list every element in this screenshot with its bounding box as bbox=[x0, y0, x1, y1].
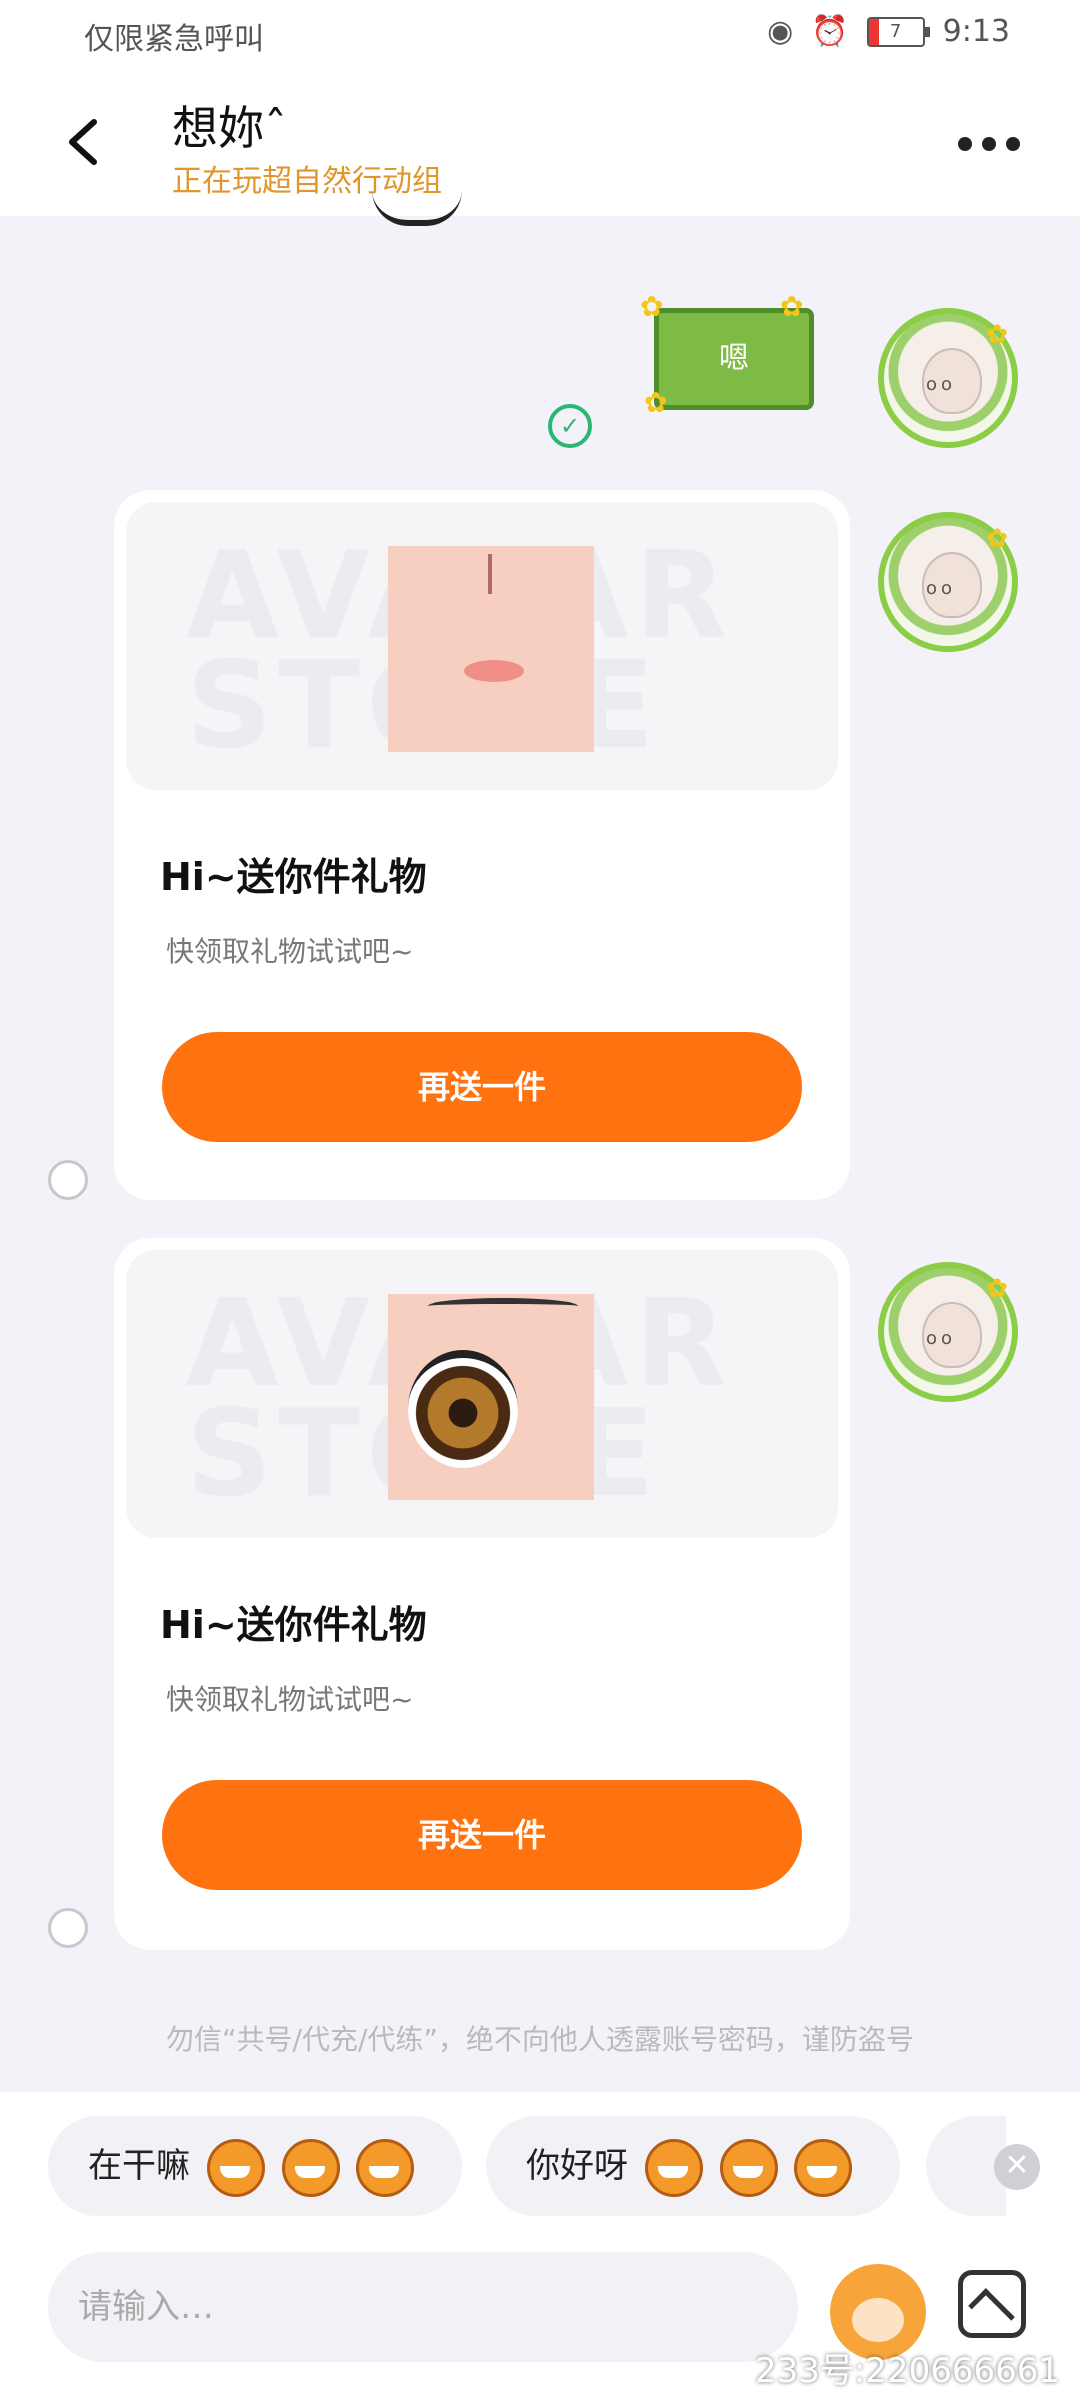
carrier-text: 仅限紧急呼叫 bbox=[84, 22, 264, 57]
gift-item-image bbox=[388, 546, 594, 752]
quick-reply-chip[interactable]: 在干嘛 bbox=[48, 2116, 462, 2216]
avatar[interactable]: oo ✿ bbox=[878, 512, 1018, 652]
contact-name: 想妳ˆ bbox=[172, 101, 287, 155]
avatar[interactable]: oo ✿ bbox=[878, 308, 1018, 448]
gift-card-title: Hi~送你件礼物 bbox=[160, 855, 427, 899]
battery-icon: 7 bbox=[866, 16, 930, 47]
partial-avatar bbox=[372, 190, 462, 226]
sent-check-icon: ✓ bbox=[548, 404, 592, 448]
monkey-emoji-icon bbox=[356, 2138, 415, 2197]
monkey-emoji-icon bbox=[281, 2138, 340, 2197]
gift-card[interactable]: AVATAR STORE Hi~送你件礼物 快领取礼物试试吧~ 再送一件 bbox=[114, 1238, 850, 1950]
flower-icon: ✿ bbox=[644, 386, 668, 419]
alarm-icon: ⏰ bbox=[811, 14, 849, 49]
monkey-emoji-icon bbox=[719, 2138, 778, 2197]
bottom-panel: 在干嘛 你好呀 ✕ 请输入… 233号:220666661 bbox=[0, 2092, 1080, 2400]
image-picker-icon[interactable] bbox=[958, 2270, 1026, 2338]
status-bar: 仅限紧急呼叫 ◉ ⏰ 7 9:13 bbox=[0, 0, 1080, 72]
monkey-emoji-icon bbox=[206, 2138, 265, 2197]
gift-image-area: AVATAR STORE bbox=[126, 502, 838, 790]
security-notice: 勿信“共号/代充/代练”，绝不向他人透露账号密码，谨防盗号 bbox=[166, 2023, 914, 2056]
flower-icon: ✿ bbox=[780, 290, 804, 323]
quick-reply-chip[interactable]: 你好呀 bbox=[486, 2116, 900, 2216]
gift-card-description: 快领取礼物试试吧~ bbox=[166, 1683, 414, 1716]
status-icons: ◉ ⏰ 7 9:13 bbox=[767, 14, 1010, 49]
gift-card-description: 快领取礼物试试吧~ bbox=[166, 935, 414, 968]
close-quick-replies-icon[interactable]: ✕ bbox=[994, 2144, 1040, 2190]
sticker-message[interactable]: 嗯 ✿ ✿ ✿ bbox=[640, 290, 820, 420]
footer-id-watermark: 233号:220666661 bbox=[754, 2351, 1060, 2391]
gift-image-area: AVATAR STORE bbox=[126, 1250, 838, 1538]
send-another-button[interactable]: 再送一件 bbox=[162, 1780, 802, 1890]
gift-item-image bbox=[388, 1294, 594, 1500]
monkey-emoji-icon bbox=[794, 2138, 853, 2197]
clock-time: 9:13 bbox=[942, 14, 1010, 49]
eye-icon: ◉ bbox=[767, 14, 794, 49]
gift-card-title: Hi~送你件礼物 bbox=[160, 1603, 427, 1647]
send-another-button[interactable]: 再送一件 bbox=[162, 1032, 802, 1142]
avatar[interactable]: oo ✿ bbox=[878, 1262, 1018, 1402]
monkey-emoji-icon bbox=[644, 2138, 703, 2197]
quick-reply-label: 你好呀 bbox=[526, 2146, 628, 2186]
sticker-text: 嗯 bbox=[654, 308, 814, 410]
quick-reply-label: 在干嘛 bbox=[88, 2146, 190, 2186]
more-options-icon[interactable] bbox=[958, 124, 1024, 164]
back-arrow-icon[interactable] bbox=[56, 112, 116, 172]
gift-card[interactable]: AVATAR STORE Hi~送你件礼物 快领取礼物试试吧~ 再送一件 bbox=[114, 490, 850, 1200]
flower-icon: ✿ bbox=[640, 290, 664, 323]
chat-header: 想妳ˆ 正在玩超自然行动组 bbox=[0, 72, 1080, 216]
message-input[interactable]: 请输入… bbox=[48, 2252, 798, 2362]
select-radio[interactable] bbox=[48, 1160, 88, 1200]
select-radio[interactable] bbox=[48, 1908, 88, 1948]
